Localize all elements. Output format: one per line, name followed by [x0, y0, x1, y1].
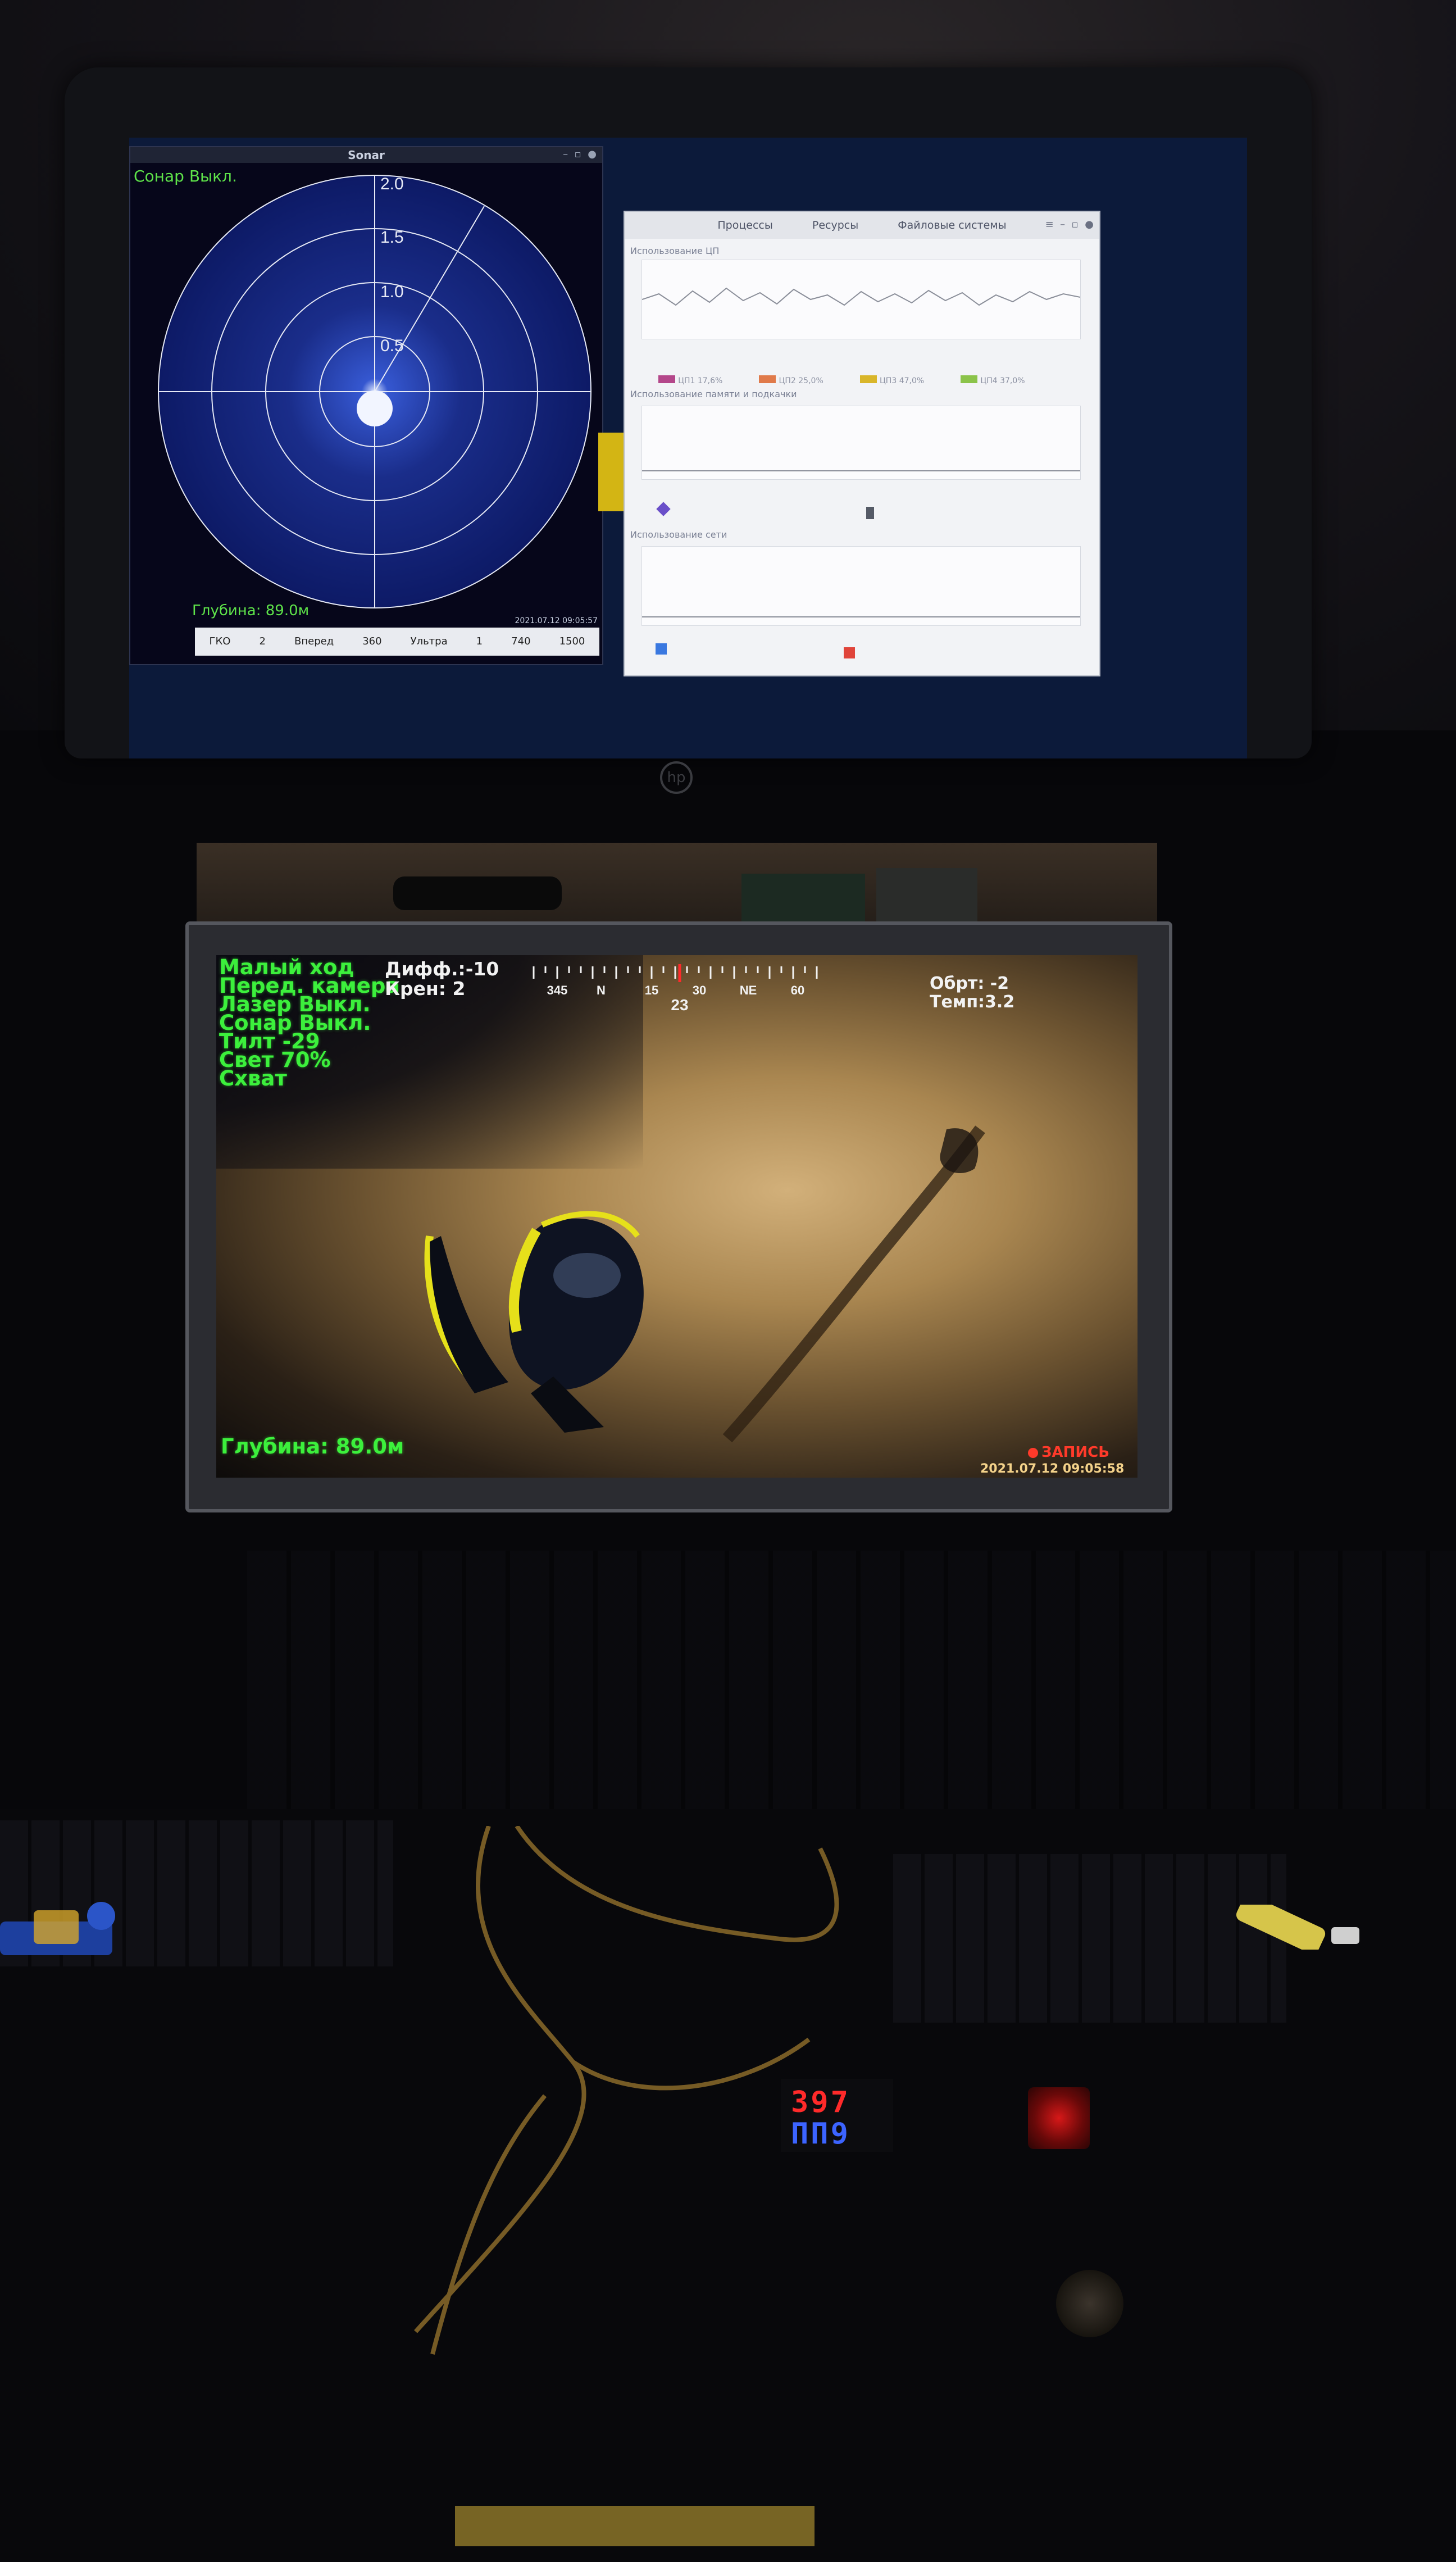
- compass-label: 60: [791, 983, 804, 997]
- menu-icon[interactable]: ≡: [1045, 219, 1054, 230]
- memory-section-title: Использование памяти и подкачки: [630, 389, 797, 399]
- osd-status-block: Малый ход Перед. камера Лазер Выкл. Сона…: [219, 957, 399, 1089]
- sonar-setting-gain[interactable]: 1: [476, 628, 483, 656]
- sonar-setting-speed[interactable]: 1500: [559, 628, 585, 656]
- monitor-window-controls[interactable]: ≡ – ▫ ●: [1045, 219, 1094, 230]
- compass-label: 15: [645, 983, 658, 997]
- connector-cable: [393, 876, 562, 910]
- tab-processes[interactable]: Процессы: [717, 219, 773, 231]
- memory-graph: [641, 406, 1081, 480]
- download-icon: [656, 643, 667, 655]
- tape-roll: [0, 1902, 115, 1955]
- system-monitor-tabs: Процессы Ресурсы Файловые системы: [625, 212, 1099, 239]
- compass-label: 30: [693, 983, 706, 997]
- close-icon[interactable]: ●: [1085, 219, 1094, 230]
- upload-icon: [844, 647, 855, 658]
- cpu-graph: [641, 260, 1081, 339]
- control-knob[interactable]: [1056, 2270, 1123, 2337]
- close-icon[interactable]: ●: [588, 148, 597, 160]
- cpu-legend-item: ЦП2 25,0%: [779, 376, 823, 385]
- sonar-setting-gko-value[interactable]: 2: [260, 628, 266, 656]
- osd-temperature: Темп:3.2: [930, 992, 1015, 1012]
- cpu-legend-item: ЦП4 37,0%: [980, 376, 1025, 385]
- compass-label: N: [597, 983, 606, 997]
- lighter: [1236, 1905, 1359, 1950]
- console-keypad-right[interactable]: [893, 1854, 1286, 2023]
- sonar-window-controls[interactable]: – ▫ ●: [563, 148, 597, 160]
- compass-tape: 345 N 15 30 NE 60 23: [533, 964, 818, 1012]
- cpu-legend: ЦП1 17,6% ЦП2 25,0% ЦП3 47,0% ЦП4 37,0%: [658, 375, 1025, 385]
- sonar-datetime: 2021.07.12 09:05:57: [515, 616, 598, 625]
- sonar-echo-center: [357, 390, 393, 426]
- cpu-section-title: Использование ЦП: [630, 246, 720, 256]
- sonar-ring-label: 2.0: [380, 175, 404, 193]
- osd-datetime: 2021.07.12 09:05:58: [980, 1462, 1125, 1476]
- compass-heading-value: 23: [671, 996, 688, 1012]
- sonar-setting-direction[interactable]: Вперед: [294, 628, 334, 656]
- sonar-ring-label: 1.5: [380, 228, 404, 247]
- tab-filesystems[interactable]: Файловые системы: [898, 219, 1006, 231]
- sonar-ring-label: 0.5: [380, 337, 404, 355]
- tab-resources[interactable]: Ресурсы: [812, 219, 858, 231]
- sonar-ring-label: 1.0: [380, 283, 404, 301]
- sonar-display: 2.0 1.5 1.0 0.5: [158, 175, 592, 608]
- osd-trim: Обрт: -2: [930, 974, 1009, 993]
- swap-legend-icon: [866, 507, 874, 519]
- minimize-icon[interactable]: –: [563, 148, 568, 160]
- manipulator-gripper: [424, 1211, 644, 1433]
- osd-depth: Глубина: 89.0м: [221, 1434, 404, 1459]
- cpu-graph-line: [642, 287, 1080, 306]
- power-switch[interactable]: [1028, 2087, 1090, 2149]
- console-placard: [455, 2506, 815, 2546]
- network-section-title: Использование сети: [630, 529, 727, 540]
- laptop-logo: hp: [660, 761, 693, 794]
- cpu-legend-item: ЦП3 47,0%: [879, 376, 925, 385]
- record-dot-icon: [1028, 1447, 1038, 1458]
- cpu-legend-swatch: [658, 375, 675, 383]
- cpu-legend-item: ЦП1 17,6%: [678, 376, 723, 385]
- sonar-window: Sonar – ▫ ● Сонар Выкл. 2.0 1.5 1.0 0.5 …: [129, 146, 603, 665]
- network-graph: [641, 546, 1081, 626]
- minimize-icon[interactable]: –: [1060, 219, 1065, 230]
- voltmeter-bottom-readout: ПП9: [791, 2117, 850, 2151]
- maximize-icon[interactable]: ▫: [575, 148, 581, 160]
- sonar-setting-gko[interactable]: ГКО: [210, 628, 231, 656]
- maximize-icon[interactable]: ▫: [1072, 219, 1079, 230]
- osd-roll: Крен: 2: [385, 978, 466, 1000]
- cpu-legend-swatch: [759, 375, 776, 383]
- seabed-trench: [722, 1125, 985, 1443]
- osd-pitch-diff: Дифф.:-10: [385, 958, 499, 980]
- compass-label: 345: [547, 983, 568, 997]
- background-window-strip: [598, 433, 626, 511]
- system-monitor-window: Процессы Ресурсы Файловые системы ≡ – ▫ …: [624, 211, 1100, 676]
- compass-label: NE: [740, 983, 757, 997]
- cpu-legend-swatch: [859, 375, 877, 383]
- sonar-setting-range[interactable]: 740: [511, 628, 530, 656]
- osd-recording-label: ЗАПИСЬ: [1041, 1444, 1110, 1461]
- memory-legend-icon: [656, 502, 671, 516]
- sonar-depth: Глубина: 89.0м: [192, 602, 310, 619]
- sonar-window-title: Sonar: [348, 148, 385, 162]
- cpu-legend-swatch: [961, 375, 978, 383]
- osd-recording-indicator: ЗАПИСЬ: [1028, 1444, 1109, 1461]
- sonar-setting-angle[interactable]: 360: [362, 628, 381, 656]
- voltmeter-top-readout: 397: [791, 2086, 850, 2119]
- sonar-setting-mode[interactable]: Ультра: [411, 628, 448, 656]
- sonar-settings-bar: ГКО 2 Вперед 360 Ультра 1 740 1500: [195, 628, 599, 656]
